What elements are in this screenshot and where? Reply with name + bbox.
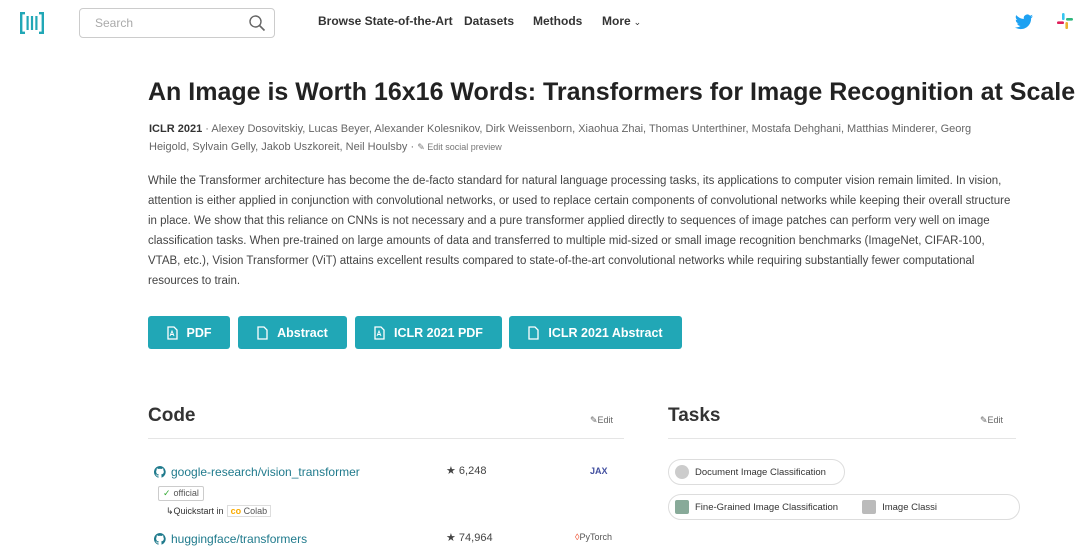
nav-datasets[interactable]: Datasets [464, 14, 514, 28]
task-thumbnail-icon [862, 500, 877, 514]
pdf-button-label: PDF [186, 325, 212, 340]
iclr-pdf-button-label: ICLR 2021 PDF [394, 325, 483, 340]
task-label: Image Classi [882, 501, 938, 513]
repo-link[interactable]: google-research/vision_transformer [154, 465, 360, 479]
tasks-heading: Tasks [668, 405, 721, 426]
conference-label: ICLR 2021 [149, 123, 203, 135]
nav-more[interactable]: More ⌄ [602, 14, 641, 28]
iclr-abstract-button-label: ICLR 2021 Abstract [548, 325, 663, 340]
framework-badge: JAX [590, 466, 608, 476]
edit-icon: ✎ [980, 415, 988, 425]
pdf-file-icon [374, 325, 385, 340]
tasks-edit-label: Edit [987, 415, 1004, 425]
framework-label: PyTorch [579, 532, 612, 542]
task-tag[interactable]: Document Image Classification [668, 459, 845, 485]
pdf-file-icon [166, 325, 178, 340]
search-box[interactable] [79, 8, 275, 38]
file-icon [257, 325, 268, 340]
paper-abstract: While the Transformer architecture has b… [148, 175, 1011, 287]
task-tag[interactable]: Fine-Grained Image Classification Image … [668, 494, 1020, 520]
repo-stars-count: 6,248 [458, 465, 487, 477]
code-edit-link[interactable]: ✎Edit [590, 415, 613, 426]
quickstart-text: Quickstart in [173, 505, 224, 516]
framework-badge: ◊PyTorch [575, 532, 612, 542]
pdf-button[interactable]: PDF [148, 316, 230, 349]
colab-badge[interactable]: co Colab [226, 505, 272, 517]
chevron-down-icon: ⌄ [633, 17, 642, 27]
quickstart-label: ↳Quickstart in [166, 506, 224, 517]
abstract-button-label: Abstract [277, 325, 328, 340]
arrow-icon: ↳ [166, 505, 174, 516]
task-label: Fine-Grained Image Classification [695, 501, 839, 513]
edit-icon: ✎ [590, 415, 598, 425]
tasks-edit-link[interactable]: ✎Edit [980, 415, 1003, 426]
repo-link[interactable]: huggingface/transformers [154, 532, 307, 546]
edit-social-preview-link[interactable]: ✎ Edit social preview [417, 142, 502, 152]
top-navbar: Browse State-of-the-Art Datasets Methods… [0, 0, 1080, 46]
task-thumbnail-icon [675, 500, 689, 514]
nav-more-label: More [602, 14, 631, 28]
edit-social-label: Edit social preview [427, 141, 502, 152]
abstract-button[interactable]: Abstract [238, 316, 347, 349]
task-thumbnail-icon [675, 465, 689, 479]
official-label: official [173, 488, 199, 498]
paper-title: An Image is Worth 16x16 Words: Transform… [148, 78, 1076, 106]
nav-browse-sota[interactable]: Browse State-of-the-Art [318, 14, 453, 28]
jax-icon: JAX [590, 466, 608, 476]
check-circle-icon: ✓ [163, 488, 171, 498]
star-icon: ★ [446, 532, 459, 544]
search-icon[interactable] [248, 14, 266, 32]
edit-icon: ✎ [417, 141, 428, 152]
repo-name: huggingface/transformers [171, 532, 308, 546]
iclr-pdf-button[interactable]: ICLR 2021 PDF [355, 316, 502, 349]
github-icon [154, 466, 166, 478]
code-heading: Code [148, 405, 196, 426]
task-label: Document Image Classification [695, 466, 826, 478]
author-list[interactable]: Alexey Dosovitskiy, Lucas Beyer, Alexand… [149, 123, 971, 153]
divider [668, 438, 1016, 439]
slack-icon[interactable] [1057, 13, 1073, 29]
papers-with-code-logo[interactable] [20, 12, 44, 34]
file-icon [528, 325, 540, 340]
star-icon: ★ [446, 465, 459, 477]
paper-meta: ICLR 2021 · Alexey Dosovitskiy, Lucas Be… [149, 121, 1009, 156]
repo-stars: ★ 6,248 [446, 464, 486, 477]
divider [148, 438, 624, 439]
iclr-abstract-button[interactable]: ICLR 2021 Abstract [509, 316, 682, 349]
quickstart-colab-link[interactable]: ↳Quickstart in co Colab [166, 505, 272, 517]
repo-stars-count: 74,964 [458, 532, 493, 544]
nav-methods[interactable]: Methods [533, 14, 582, 28]
search-input[interactable] [95, 9, 245, 37]
repo-stars: ★ 74,964 [446, 531, 493, 544]
twitter-icon[interactable] [1015, 14, 1033, 30]
colab-label: Colab [243, 506, 268, 516]
code-edit-label: Edit [597, 415, 614, 425]
colab-icon: co [230, 506, 244, 516]
official-badge: ✓ official [158, 486, 204, 501]
repo-name: google-research/vision_transformer [171, 465, 360, 479]
github-icon [154, 533, 166, 545]
